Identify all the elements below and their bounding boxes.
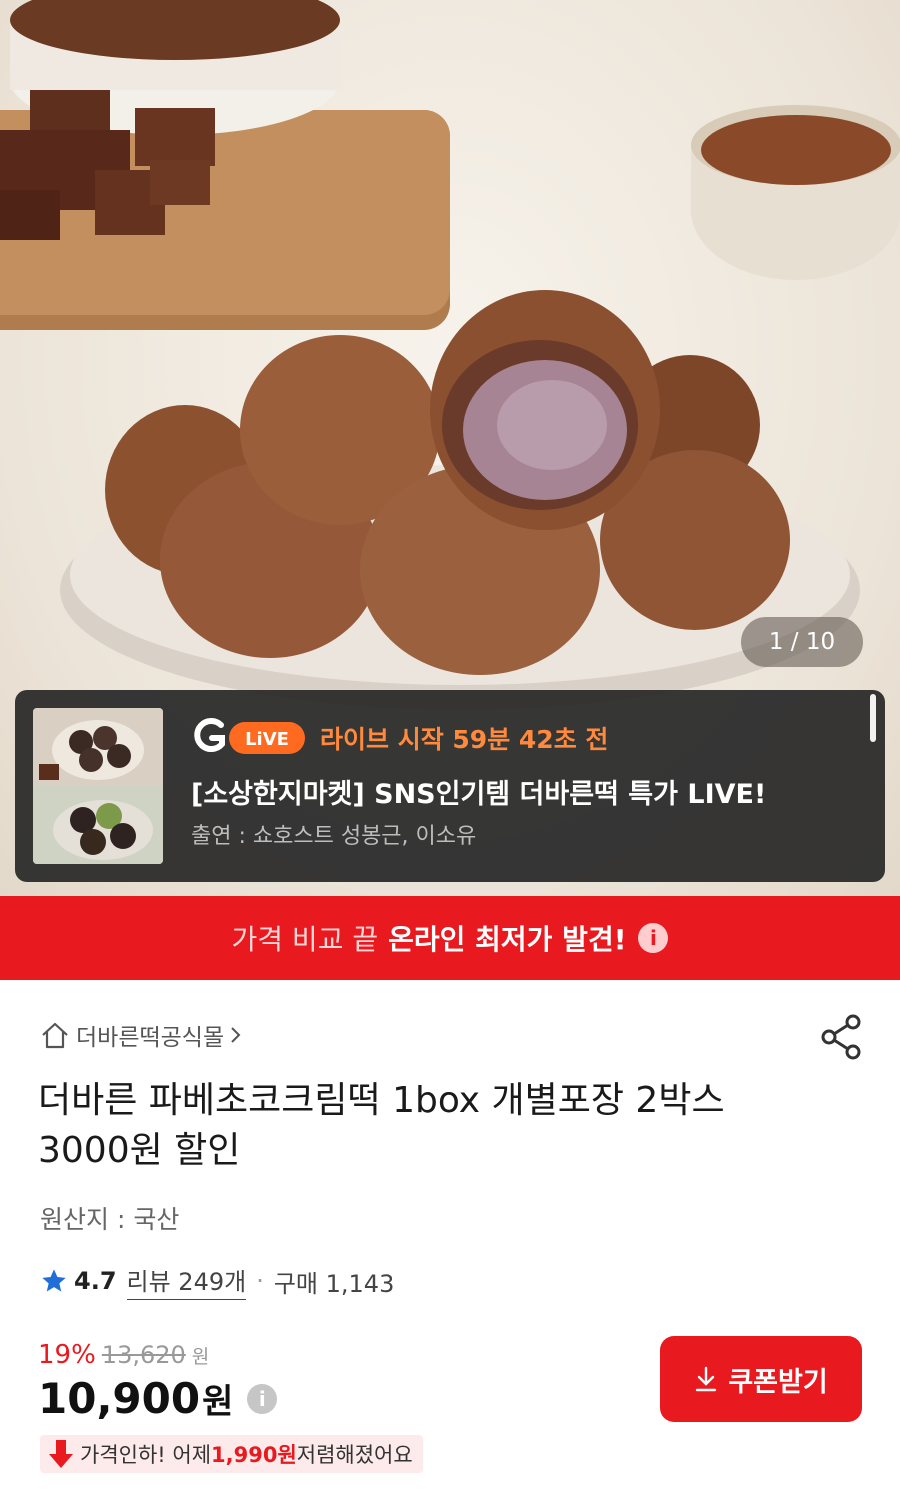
sale-price: 10,900 원 i (38, 1374, 278, 1423)
scroll-indicator (870, 694, 876, 742)
live-broadcast-banner[interactable]: LiVE 라이브 시작 59분 42초 전 [소상한지마켓] SNS인기템 더바… (15, 690, 885, 882)
sale-price-value: 10,900 (38, 1374, 201, 1423)
lowest-price-banner[interactable]: 가격 비교 끝 온라인 최저가 발견! i (0, 896, 900, 980)
sale-price-unit: 원 (202, 1382, 234, 1422)
home-icon (42, 1022, 68, 1049)
chevron-right-icon (231, 1027, 241, 1043)
rating-score: 4.7 (74, 1267, 117, 1295)
live-title: [소상한지마켓] SNS인기템 더바른떡 특가 LIVE! (191, 779, 767, 810)
download-icon (696, 1366, 717, 1392)
banner-emphasis: 온라인 최저가 발견! (388, 923, 627, 956)
price-drop-suffix: 저렴해졌어요 (296, 1443, 413, 1467)
banner-prefix: 가격 비교 끝 (231, 923, 379, 956)
separator: · (256, 1267, 264, 1295)
product-origin: 원산지 : 국산 (40, 1205, 180, 1234)
live-cast: 출연 : 쇼호스트 성봉근, 이소유 (191, 824, 477, 849)
coupon-button[interactable]: 쿠폰받기 (660, 1336, 862, 1422)
store-link[interactable]: 더바른떡공식몰 (40, 1018, 242, 1052)
purchase-count: 구매 1,143 (273, 1269, 395, 1298)
down-arrow-icon (49, 1440, 73, 1468)
original-price: 13,620 (101, 1341, 186, 1369)
svg-text:LiVE: LiVE (245, 729, 289, 750)
g-live-logo: LiVE (194, 718, 305, 754)
coupon-label: 쿠폰받기 (728, 1366, 828, 1398)
price-info-icon[interactable]: i (247, 1383, 278, 1414)
discount-row: 19% 13,620 원 (38, 1340, 209, 1370)
live-thumbnail (33, 708, 163, 864)
price-drop-prefix: 가격인하! 어제 (80, 1443, 212, 1467)
live-countdown: 라이브 시작 59분 42초 전 (320, 725, 609, 754)
share-icon[interactable] (818, 1012, 866, 1062)
discount-percent: 19% (38, 1340, 96, 1370)
product-name: 더바른 파베초코크림떡 1box 개별포장 2박스 3000원 할인 (38, 1080, 725, 1171)
image-counter: 1 / 10 (741, 617, 863, 667)
price-drop-notice: 가격인하! 어제 1,990원 저렴해졌어요 (40, 1435, 423, 1473)
review-link[interactable]: 리뷰 249개 (126, 1262, 247, 1300)
star-icon (42, 1269, 66, 1292)
original-price-unit: 원 (191, 1346, 210, 1368)
store-name: 더바른떡공식몰 (76, 1025, 225, 1051)
price-drop-amount: 1,990원 (211, 1443, 297, 1467)
info-icon[interactable]: i (638, 923, 669, 953)
rating-row: 4.7 리뷰 249개 · 구매 1,143 (40, 1262, 394, 1300)
price-drop-pill: 가격인하! 어제 1,990원 저렴해졌어요 (40, 1435, 423, 1473)
